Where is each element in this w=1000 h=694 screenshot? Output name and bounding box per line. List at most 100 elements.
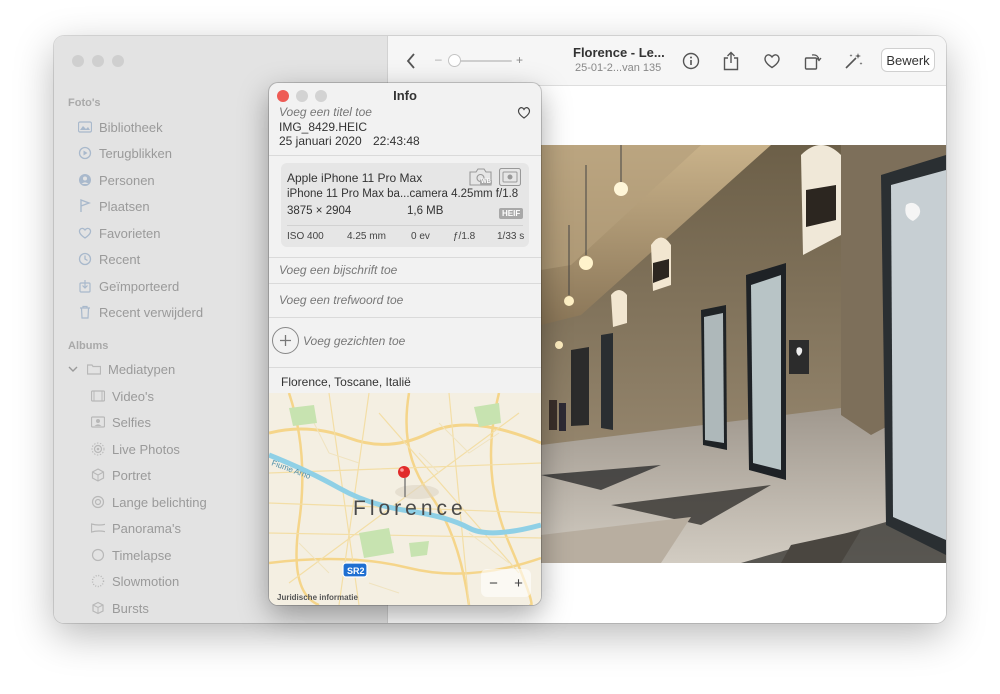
map-zoom-controls: − + — [481, 569, 531, 597]
sidebar-item-favorites[interactable]: Favorieten — [78, 222, 160, 244]
sidebar-item-memories[interactable]: Terugblikken — [78, 142, 172, 164]
photos-section-header: Foto's — [68, 97, 101, 109]
sidebar-item-label: Recent — [99, 251, 141, 267]
info-icon — [682, 52, 700, 70]
sidebar-item-label: Mediatypen — [108, 361, 176, 377]
photo-title: Florence - Le... — [573, 45, 665, 60]
capture-date: 25 januari 2020 — [279, 134, 362, 148]
file-size: 1,6 MB — [407, 205, 444, 217]
faces-field[interactable]: Voeg gezichten toe — [303, 334, 405, 348]
exif-shutter-speed: 1/33 s — [497, 231, 525, 242]
auto-enhance-button[interactable] — [843, 50, 865, 72]
exif-focal-length: 4.25 mm — [347, 231, 386, 242]
exif-exposure-value: 0 ev — [411, 231, 430, 242]
selfie-icon — [91, 415, 105, 429]
sidebar-item-label: Favorieten — [99, 225, 161, 241]
sidebar-item-label: Personen — [99, 172, 155, 188]
portrait-icon — [91, 468, 105, 482]
panorama-icon — [91, 521, 105, 535]
wb-badge: WB — [480, 179, 492, 185]
exif-iso: ISO 400 — [287, 231, 324, 242]
sidebar-item-label: Bursts — [112, 600, 149, 616]
exif-aperture: ƒ/1.8 — [453, 231, 476, 242]
sidebar-item-people[interactable]: Personen — [78, 169, 155, 191]
clock-icon — [78, 252, 92, 266]
photo-library-icon — [78, 120, 92, 134]
sidebar-item-bursts[interactable]: Bursts — [91, 597, 149, 619]
video-icon — [91, 389, 105, 403]
sidebar-item-slowmotion[interactable]: Slowmotion — [91, 570, 179, 592]
add-face-button[interactable] — [272, 327, 299, 354]
info-button[interactable] — [680, 50, 702, 72]
format-badge: HEIF — [499, 208, 524, 219]
sidebar-item-portrait[interactable]: Portret — [91, 464, 151, 486]
heart-icon — [517, 107, 531, 119]
sidebar-item-label: Live Photos — [112, 441, 180, 457]
road-badge: SR2 — [347, 566, 365, 576]
window-controls — [72, 55, 124, 67]
share-button[interactable] — [720, 49, 742, 73]
sidebar-item-mediatypes[interactable]: Mediatypen — [66, 358, 175, 380]
camera-model: Apple iPhone 11 Pro Max — [287, 171, 423, 185]
sidebar-item-recently-deleted[interactable]: Recent verwijderd — [78, 301, 203, 323]
places-icon — [78, 199, 92, 213]
close-window-button[interactable] — [72, 55, 84, 67]
map-pin-icon — [398, 466, 410, 478]
chevron-down-icon[interactable] — [66, 362, 80, 376]
folder-icon — [87, 362, 101, 376]
zoom-slider-thumb[interactable] — [448, 54, 461, 67]
location-map[interactable]: Fiume Arno Florence SR2 Juridische infor… — [269, 393, 541, 605]
live-photo-icon — [91, 442, 105, 456]
sidebar-item-places[interactable]: Plaatsen — [78, 195, 150, 217]
divider — [269, 317, 541, 318]
plus-icon — [280, 335, 291, 346]
trash-icon — [78, 305, 92, 319]
map-zoom-in-button[interactable]: + — [514, 575, 523, 592]
minimize-window-button[interactable] — [92, 55, 104, 67]
memories-icon — [78, 146, 92, 160]
long-exposure-icon — [91, 495, 105, 509]
sidebar-item-label: Terugblikken — [99, 145, 172, 161]
photo-subtitle: 25-01-2...van 135 — [575, 62, 662, 74]
heart-icon — [764, 54, 780, 69]
sidebar-item-label: Bibliotheek — [99, 119, 163, 135]
photo-view[interactable] — [541, 145, 946, 563]
edit-button[interactable]: Bewerk — [881, 48, 935, 72]
sidebar-item-panoramas[interactable]: Panorama's — [91, 517, 181, 539]
sidebar-item-long-exposure[interactable]: Lange belichting — [91, 491, 207, 513]
location-label: Florence, Toscane, Italië — [281, 375, 411, 389]
favorite-button[interactable] — [761, 50, 783, 72]
zoom-window-button[interactable] — [112, 55, 124, 67]
sidebar-item-live-photos[interactable]: Live Photos — [91, 438, 180, 460]
heart-icon — [78, 226, 92, 240]
import-icon — [78, 279, 92, 293]
slowmotion-icon — [91, 574, 105, 588]
capture-time: 22:43:48 — [373, 134, 420, 148]
sidebar-item-label: Timelapse — [112, 547, 172, 563]
keyword-field[interactable]: Voeg een trefwoord toe — [279, 293, 403, 307]
sidebar-item-videos[interactable]: Video's — [91, 385, 154, 407]
map-zoom-out-button[interactable]: − — [489, 575, 498, 592]
filename: IMG_8429.HEIC — [279, 120, 368, 134]
sidebar-item-label: Portret — [112, 467, 152, 483]
camera-info-card: Apple iPhone 11 Pro Max WB iPhone 11 Pro… — [281, 163, 529, 247]
sidebar-item-imported[interactable]: Geïmporteerd — [78, 275, 179, 297]
sidebar-item-label: Lange belichting — [112, 494, 207, 510]
back-button[interactable] — [403, 51, 419, 71]
sidebar-item-library[interactable]: Bibliotheek — [78, 116, 163, 138]
sidebar-item-label: Video's — [112, 388, 154, 404]
bursts-icon — [91, 601, 105, 615]
favorite-toggle[interactable] — [517, 106, 531, 124]
caption-field[interactable]: Voeg een bijschrift toe — [279, 263, 397, 277]
info-panel: Info Voeg een titel toe IMG_8429.HEIC 25… — [269, 83, 541, 605]
zoom-out-label: – — [435, 52, 442, 66]
chevron-left-icon — [406, 53, 415, 69]
sidebar-item-recent[interactable]: Recent — [78, 248, 140, 270]
sidebar-item-timelapse[interactable]: Timelapse — [91, 544, 171, 566]
rotate-button[interactable] — [802, 49, 824, 73]
info-panel-title: Info — [393, 88, 417, 103]
title-field[interactable]: Voeg een titel toe — [279, 105, 372, 119]
sidebar-item-label: Plaatsen — [99, 198, 150, 214]
zoom-in-label: + — [516, 53, 524, 67]
sidebar-item-selfies[interactable]: Selfies — [91, 411, 151, 433]
